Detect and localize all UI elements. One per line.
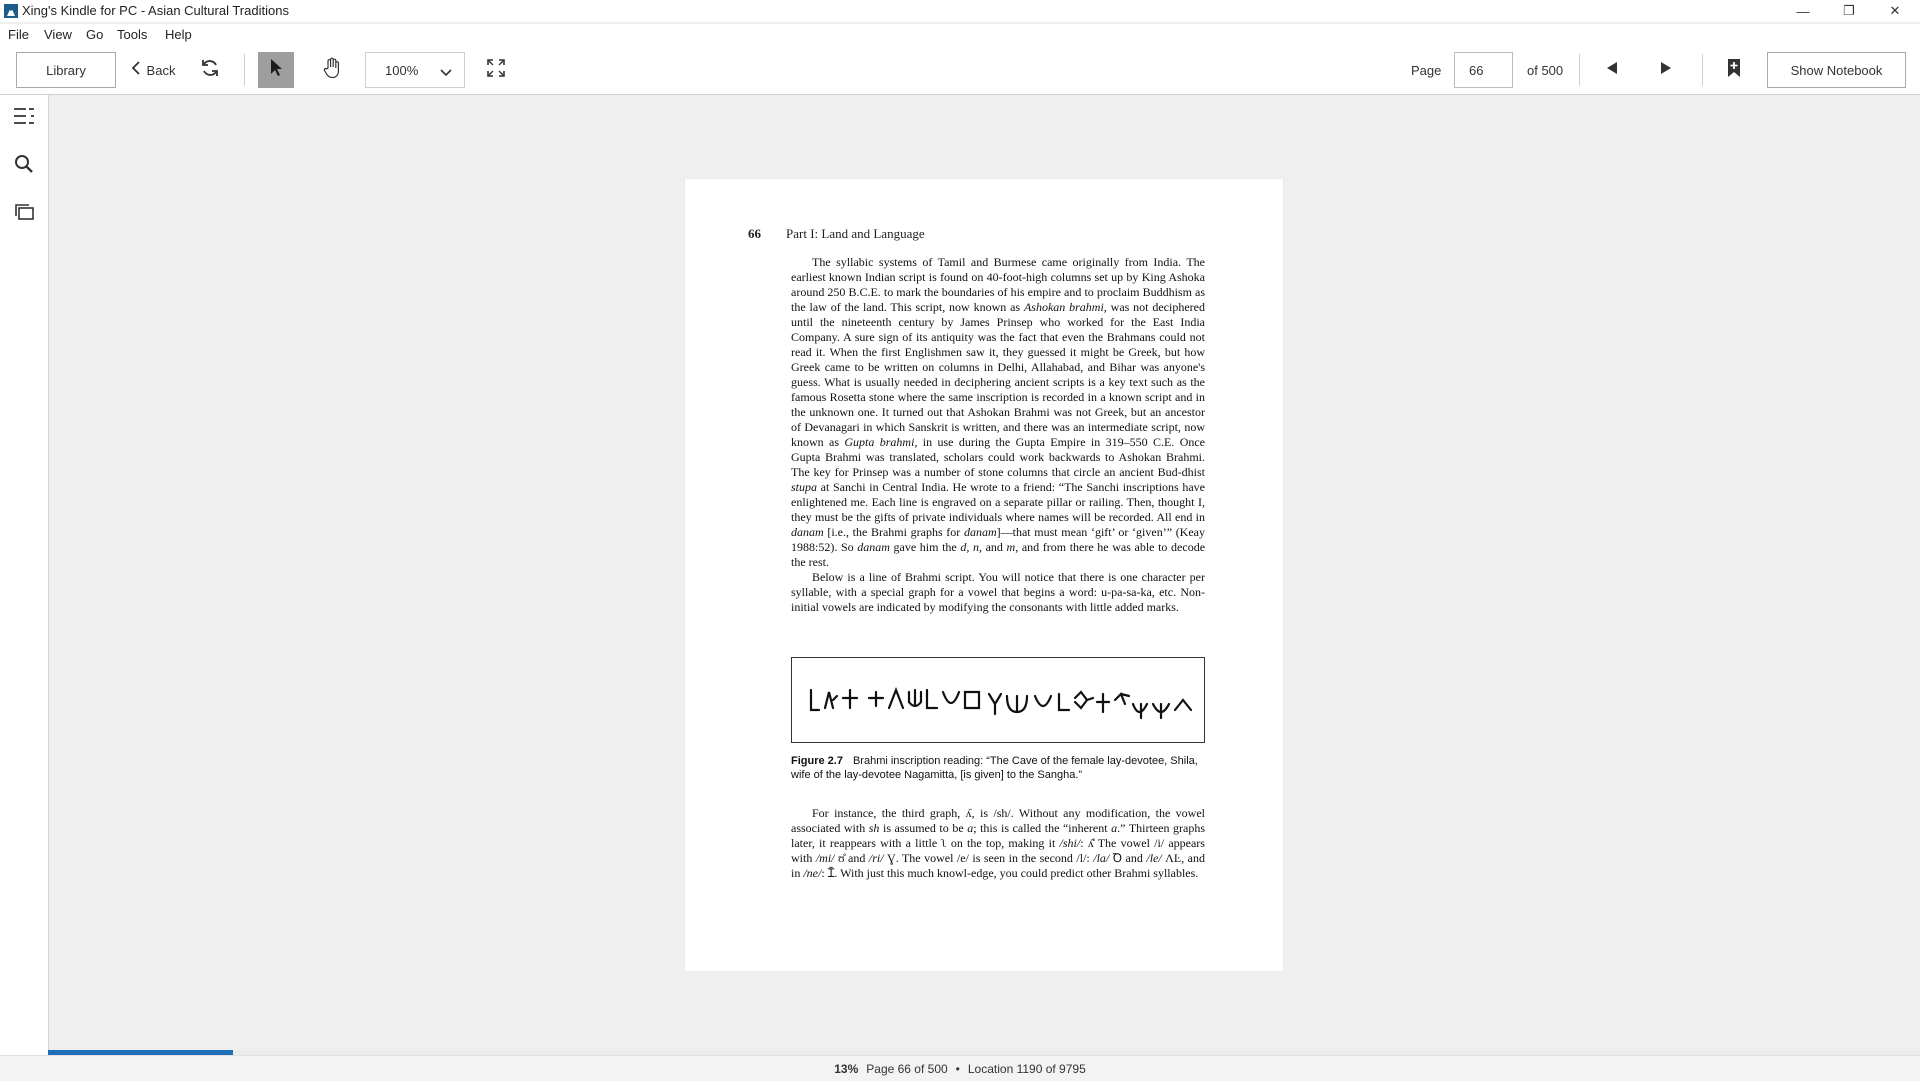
flashcards-button[interactable] — [12, 202, 36, 226]
minimize-button[interactable]: — — [1780, 0, 1826, 22]
status-bar: 13% Page 66 of 500 • Location 1190 of 97… — [0, 1055, 1920, 1081]
next-page-button[interactable] — [1648, 52, 1684, 88]
show-notebook-label: Show Notebook — [1790, 62, 1883, 78]
menu-tools[interactable]: Tools — [117, 27, 147, 42]
select-tool-button[interactable] — [258, 52, 294, 88]
toolbar-divider — [1579, 54, 1580, 86]
toolbar-divider — [244, 54, 245, 86]
triangle-left-icon — [1606, 61, 1618, 80]
close-icon: ✕ — [1889, 3, 1901, 18]
figure-caption-text: Brahmi inscription reading: “The Cave of… — [791, 755, 1198, 781]
chevron-down-icon — [440, 65, 452, 80]
table-of-contents-button[interactable] — [12, 106, 36, 130]
toolbar-divider — [1702, 54, 1703, 86]
search-button[interactable] — [12, 154, 36, 178]
bookmark-plus-icon — [1727, 58, 1741, 83]
menu-go[interactable]: Go — [86, 27, 103, 42]
kindle-app-icon — [3, 3, 19, 19]
brahmi-glyph-icon: ʊ̊ — [834, 851, 849, 865]
sync-button[interactable] — [192, 52, 228, 88]
menu-view[interactable]: View — [44, 27, 72, 42]
pointer-arrow-icon — [268, 58, 284, 83]
window-title: Xing's Kindle for PC - Asian Cultural Tr… — [22, 3, 289, 18]
zoom-value: 100% — [385, 62, 419, 78]
fullscreen-button[interactable] — [478, 52, 514, 88]
location-info: Location 1190 of 9795 — [967, 1061, 1086, 1076]
hand-icon — [322, 57, 342, 84]
hand-tool-button[interactable] — [314, 52, 350, 88]
figure-caption: Figure 2.7 Brahmi inscription reading: “T… — [791, 754, 1205, 782]
fullscreen-icon — [487, 58, 505, 82]
add-bookmark-button[interactable] — [1716, 52, 1752, 88]
body-text-top: The syllabic systems of Tamil and Burmes… — [791, 255, 1205, 615]
menu-help[interactable]: Help — [165, 27, 192, 42]
library-label: Library — [46, 62, 86, 78]
restore-button[interactable]: ❐ — [1826, 0, 1872, 22]
status-separator: • — [955, 1061, 960, 1076]
paragraph: Below is a line of Brahmi script. You wi… — [791, 570, 1205, 614]
brahmi-script-image — [809, 686, 1193, 720]
figure-label: Figure 2.7 — [791, 755, 843, 767]
chevron-left-icon — [131, 60, 141, 80]
minimize-icon: — — [1796, 3, 1810, 19]
paragraph: The syllabic systems of Tamil and Burmes… — [791, 255, 1206, 569]
library-button[interactable]: Library — [16, 52, 116, 88]
book-page: 66 Part I: Land and Language The syllabi… — [685, 179, 1283, 971]
search-icon — [14, 154, 34, 179]
page-label: Page — [1411, 63, 1442, 78]
show-notebook-button[interactable]: Show Notebook — [1767, 52, 1906, 88]
brahmi-glyph-icon: Ɣ — [883, 851, 896, 865]
restore-icon: ❐ — [1843, 3, 1855, 18]
triangle-right-icon — [1660, 61, 1672, 80]
back-label: Back — [146, 62, 176, 78]
title-bar: Xing's Kindle for PC - Asian Cultural Tr… — [0, 0, 1920, 22]
cards-icon — [14, 203, 34, 226]
paragraph: For instance, the third graph, ʎ, is /sh… — [791, 806, 1206, 880]
menu-file[interactable]: File — [8, 27, 29, 42]
previous-page-button[interactable] — [1594, 52, 1630, 88]
menu-bar: File View Go Tools Help — [0, 24, 1920, 44]
zoom-select[interactable]: 100% — [365, 52, 465, 88]
progress-percent: 13% — [834, 1061, 859, 1076]
page-number-input[interactable] — [1454, 52, 1513, 88]
body-text-bottom: For instance, the third graph, ʎ, is /sh… — [791, 806, 1205, 881]
table-of-contents-icon — [13, 107, 35, 130]
brahmi-glyph-icon: Ꝺ — [1109, 851, 1123, 865]
page-number: 66 — [748, 226, 761, 241]
page-info: Page 66 of 500 — [866, 1061, 948, 1076]
running-head: Part I: Land and Language — [786, 226, 925, 241]
toolbar: Library Back 100% Page of 500 — [0, 44, 1920, 95]
brahmi-inscription-figure — [791, 657, 1205, 743]
refresh-icon — [200, 58, 220, 83]
page-total: of 500 — [1527, 63, 1564, 78]
close-button[interactable]: ✕ — [1872, 0, 1918, 22]
brahmi-glyph-icon: ɅĿ — [1161, 851, 1182, 865]
back-button[interactable]: Back — [128, 52, 178, 88]
left-sidebar — [0, 95, 49, 1060]
